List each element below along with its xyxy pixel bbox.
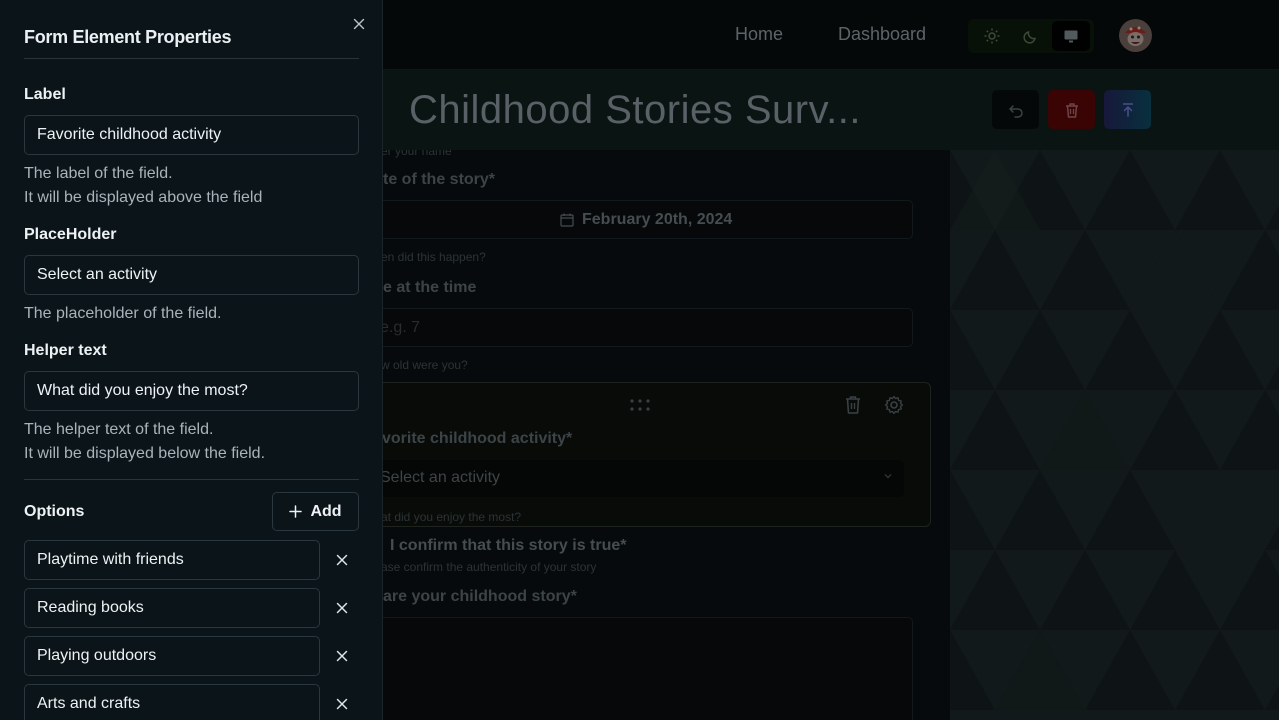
theme-light-button[interactable]: [973, 21, 1011, 51]
sun-icon: [984, 28, 1000, 44]
confirm-helper-text: ase confirm the authenticity of your sto…: [383, 560, 597, 574]
form-title-bar: Childhood Stories Surv...: [383, 70, 1279, 150]
avatar-image: [1119, 19, 1152, 52]
option-input[interactable]: [24, 636, 320, 676]
story-field-label: are your childhood story*: [383, 588, 577, 605]
panel-divider: [24, 479, 359, 480]
confirm-checkbox-label[interactable]: I confirm that this story is true*: [390, 537, 626, 555]
trash-icon: [1065, 102, 1078, 118]
activity-select-placeholder: Select an activity: [383, 469, 501, 486]
trash-icon[interactable]: [844, 395, 862, 415]
add-option-button[interactable]: Add: [272, 492, 359, 531]
background-pattern: [950, 150, 1279, 720]
option-input[interactable]: [24, 588, 320, 628]
x-icon: [336, 554, 348, 566]
helper-text-input[interactable]: [24, 371, 359, 411]
plus-icon: [289, 505, 303, 518]
label-input[interactable]: [24, 115, 359, 155]
form-title: Childhood Stories Surv...: [409, 88, 861, 132]
remove-option-button[interactable]: [332, 598, 352, 618]
x-icon: [336, 698, 348, 710]
close-panel-button[interactable]: [350, 15, 368, 33]
activity-field-label: vorite childhood activity*: [383, 430, 573, 447]
name-helper-text: er your name: [383, 150, 452, 158]
triangle-pattern: [950, 150, 1279, 710]
panel-title: Form Element Properties: [24, 27, 232, 47]
placeholder-input[interactable]: [24, 255, 359, 295]
date-field-label: te of the story*: [383, 171, 496, 188]
placeholder-description: The placeholder of the field.: [24, 305, 222, 322]
age-input[interactable]: e.g. 7: [383, 308, 913, 347]
placeholder-heading: PlaceHolder: [24, 226, 117, 243]
x-icon: [336, 602, 348, 614]
delete-form-button[interactable]: [1048, 90, 1095, 129]
publish-button[interactable]: [1104, 90, 1151, 129]
x-icon: [336, 650, 348, 662]
remove-option-button[interactable]: [332, 694, 352, 714]
undo-icon: [1008, 104, 1023, 118]
helper-desc-line-1: The helper text of the field.: [24, 421, 214, 438]
form-canvas: er your name te of the story* February 2…: [383, 150, 950, 720]
date-value: February 20th, 2024: [582, 211, 733, 228]
option-input[interactable]: [24, 540, 320, 580]
theme-system-button[interactable]: [1052, 21, 1090, 51]
theme-dark-button[interactable]: [1012, 21, 1050, 51]
monitor-icon: [1064, 30, 1078, 43]
panel-divider: [24, 58, 359, 59]
helper-text-heading: Helper text: [24, 342, 107, 359]
label-desc-line-1: The label of the field.: [24, 165, 173, 182]
remove-option-button[interactable]: [332, 646, 352, 666]
user-avatar[interactable]: [1119, 19, 1152, 52]
theme-switcher: [968, 19, 1094, 53]
age-field-label: e at the time: [383, 279, 477, 296]
label-description: The label of the field. It will be displ…: [24, 162, 262, 210]
add-option-label: Add: [310, 502, 342, 520]
story-textarea[interactable]: [383, 617, 913, 720]
option-input[interactable]: [24, 684, 320, 720]
form-builder-app: Home Dashboard Childhood Stories Surv...…: [0, 0, 1279, 720]
helper-desc-line-2: It will be displayed below the field.: [24, 445, 266, 462]
label-heading: Label: [24, 86, 66, 103]
date-picker-field[interactable]: February 20th, 2024: [383, 200, 913, 239]
nav-link-dashboard[interactable]: Dashboard: [838, 24, 926, 45]
close-icon: [353, 18, 365, 30]
remove-option-button[interactable]: [332, 550, 352, 570]
calendar-icon: [560, 213, 574, 227]
gear-icon[interactable]: [884, 395, 904, 415]
undo-button[interactable]: [992, 90, 1039, 129]
activity-helper-text: at did you enjoy the most?: [383, 510, 522, 524]
options-heading: Options: [24, 503, 85, 520]
date-helper-text: en did this happen?: [383, 250, 486, 264]
label-desc-line-2: It will be displayed above the field: [24, 189, 263, 206]
nav-link-home[interactable]: Home: [735, 24, 783, 45]
age-placeholder: e.g. 7: [383, 319, 421, 336]
publish-icon: [1122, 102, 1133, 117]
moon-icon: [1023, 31, 1036, 44]
drag-handle-icon[interactable]: [630, 399, 650, 411]
age-helper-text: w old were you?: [383, 358, 468, 372]
activity-select[interactable]: Select an activity: [383, 460, 904, 497]
helper-text-description: The helper text of the field. It will be…: [24, 418, 265, 466]
chevron-down-icon: [884, 474, 892, 479]
properties-panel: Form Element Properties Label The label …: [0, 0, 383, 720]
selected-field-card[interactable]: vorite childhood activity* Select an act…: [383, 382, 931, 527]
